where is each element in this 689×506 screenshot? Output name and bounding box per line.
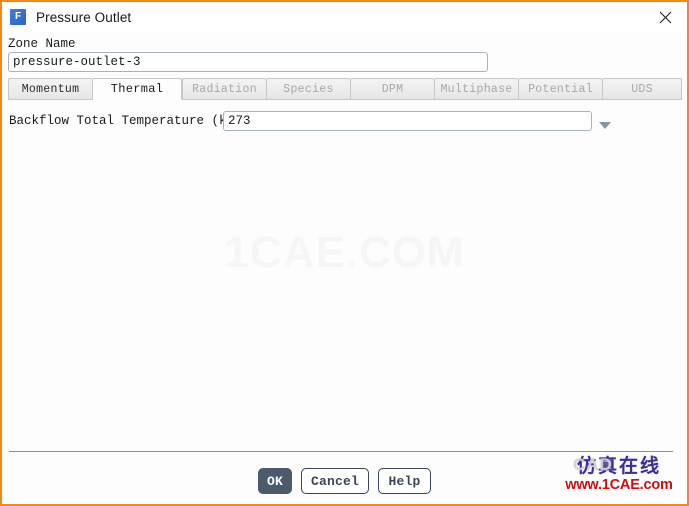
- dialog-button-bar: OK Cancel Help: [2, 468, 687, 494]
- tab-uds[interactable]: UDS: [602, 78, 682, 100]
- pressure-outlet-dialog: F Pressure Outlet Zone Name Momentum The…: [0, 0, 689, 506]
- center-watermark: 1CAE.COM: [224, 228, 465, 277]
- tab-potential[interactable]: Potential: [518, 78, 602, 100]
- fluent-app-icon: F: [10, 9, 26, 25]
- dialog-body: Zone Name Momentum Thermal Radiation Spe…: [2, 32, 687, 504]
- tab-radiation[interactable]: Radiation: [182, 78, 266, 100]
- help-button[interactable]: Help: [378, 468, 431, 494]
- cancel-button[interactable]: Cancel: [301, 468, 369, 494]
- tab-label: Momentum: [21, 82, 80, 96]
- tab-thermal[interactable]: Thermal: [92, 78, 182, 100]
- backflow-total-temperature-input[interactable]: [223, 111, 592, 131]
- tab-multiphase[interactable]: Multiphase: [434, 78, 518, 100]
- ok-button[interactable]: OK: [258, 468, 292, 494]
- chevron-down-icon[interactable]: [598, 117, 612, 129]
- tab-label: Species: [283, 82, 334, 96]
- tab-species[interactable]: Species: [266, 78, 350, 100]
- close-icon[interactable]: [643, 2, 687, 32]
- tab-dpm[interactable]: DPM: [350, 78, 434, 100]
- zone-name-input[interactable]: [8, 52, 488, 72]
- zone-name-label: Zone Name: [8, 37, 76, 51]
- tab-strip: Momentum Thermal Radiation Species DPM M…: [8, 78, 682, 100]
- backflow-total-temperature-label: Backflow Total Temperature (k): [9, 114, 235, 128]
- title-bar: F Pressure Outlet: [2, 2, 687, 32]
- tab-label: Thermal: [110, 82, 164, 96]
- tab-label: UDS: [631, 82, 653, 96]
- footer-separator: [9, 451, 673, 452]
- tab-label: Radiation: [192, 82, 257, 96]
- tab-label: Multiphase: [440, 82, 513, 96]
- tab-label: Potential: [528, 82, 593, 96]
- tab-label: DPM: [381, 82, 404, 96]
- window-title: Pressure Outlet: [36, 9, 132, 25]
- tab-momentum[interactable]: Momentum: [8, 78, 92, 100]
